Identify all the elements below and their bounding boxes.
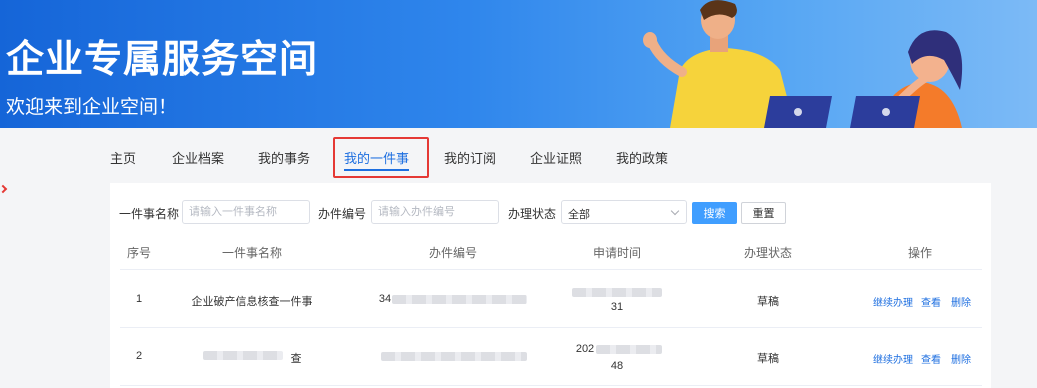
chevron-down-icon xyxy=(670,206,680,216)
banner-illustration xyxy=(643,0,963,128)
col-header-time: 申请时间 xyxy=(592,246,642,260)
arrow-marker xyxy=(0,184,8,194)
col-header-actions: 操作 xyxy=(907,246,933,260)
row-divider xyxy=(120,327,982,328)
number-filter-input[interactable] xyxy=(371,200,499,224)
row-index: 1 xyxy=(135,293,143,305)
continue-button[interactable]: 继续办理 xyxy=(873,294,913,309)
reset-button[interactable]: 重置 xyxy=(741,202,786,224)
laptop-right xyxy=(850,96,920,128)
nav-enterprise-licenses[interactable]: 企业证照 xyxy=(530,148,582,167)
row-index: 2 xyxy=(135,350,143,362)
view-button[interactable]: 查看 xyxy=(921,351,941,366)
name-filter-input[interactable] xyxy=(182,200,310,224)
redacted-time xyxy=(572,288,662,297)
row-number: 34 xyxy=(378,293,392,305)
redacted-time xyxy=(596,345,662,354)
status-select-value: 全部 xyxy=(568,209,590,221)
redacted-name xyxy=(203,351,283,360)
row-name: 企业破产信息核查一件事 xyxy=(191,296,313,308)
row-status: 草稿 xyxy=(757,296,779,308)
row-time-bottom: 48 xyxy=(610,360,624,372)
row-time-top: 202 xyxy=(575,343,595,355)
nav-my-subscriptions[interactable]: 我的订阅 xyxy=(444,148,496,167)
name-filter-label: 一件事名称 xyxy=(119,207,180,221)
redacted-number xyxy=(392,295,527,304)
col-header-status: 办理状态 xyxy=(743,246,793,260)
status-select[interactable]: 全部 xyxy=(561,200,687,224)
header-banner: 企业专属服务空间 欢迎来到企业空间！ xyxy=(0,0,1037,128)
banner-subtitle: 欢迎来到企业空间！ xyxy=(6,97,178,118)
nav-highlight-box xyxy=(333,137,429,178)
view-button[interactable]: 查看 xyxy=(921,294,941,309)
delete-button[interactable]: 删除 xyxy=(951,294,971,309)
nav-my-affairs[interactable]: 我的事务 xyxy=(258,148,310,167)
row-status: 草稿 xyxy=(757,353,779,365)
main-nav: 主页 企业档案 我的事务 我的一件事 我的订阅 企业证照 我的政策 xyxy=(0,128,1037,178)
status-filter-label: 办理状态 xyxy=(508,207,557,221)
nav-my-policies[interactable]: 我的政策 xyxy=(616,148,668,167)
banner-title: 企业专属服务空间 xyxy=(6,39,319,81)
nav-home[interactable]: 主页 xyxy=(110,148,136,167)
search-button[interactable]: 搜索 xyxy=(692,202,737,224)
col-header-number: 办件编号 xyxy=(428,246,478,260)
col-header-index: 序号 xyxy=(126,246,152,260)
nav-enterprise-archive[interactable]: 企业档案 xyxy=(172,148,224,167)
continue-button[interactable]: 继续办理 xyxy=(873,351,913,366)
col-header-name: 一件事名称 xyxy=(221,246,283,260)
delete-button[interactable]: 删除 xyxy=(951,351,971,366)
redacted-number xyxy=(381,352,527,361)
number-filter-label: 办件编号 xyxy=(318,207,367,221)
row-name: 查 xyxy=(290,353,302,365)
header-divider xyxy=(120,269,982,270)
laptop-left xyxy=(764,96,832,128)
row-divider xyxy=(120,385,982,386)
row-time-bottom: 31 xyxy=(610,301,624,313)
